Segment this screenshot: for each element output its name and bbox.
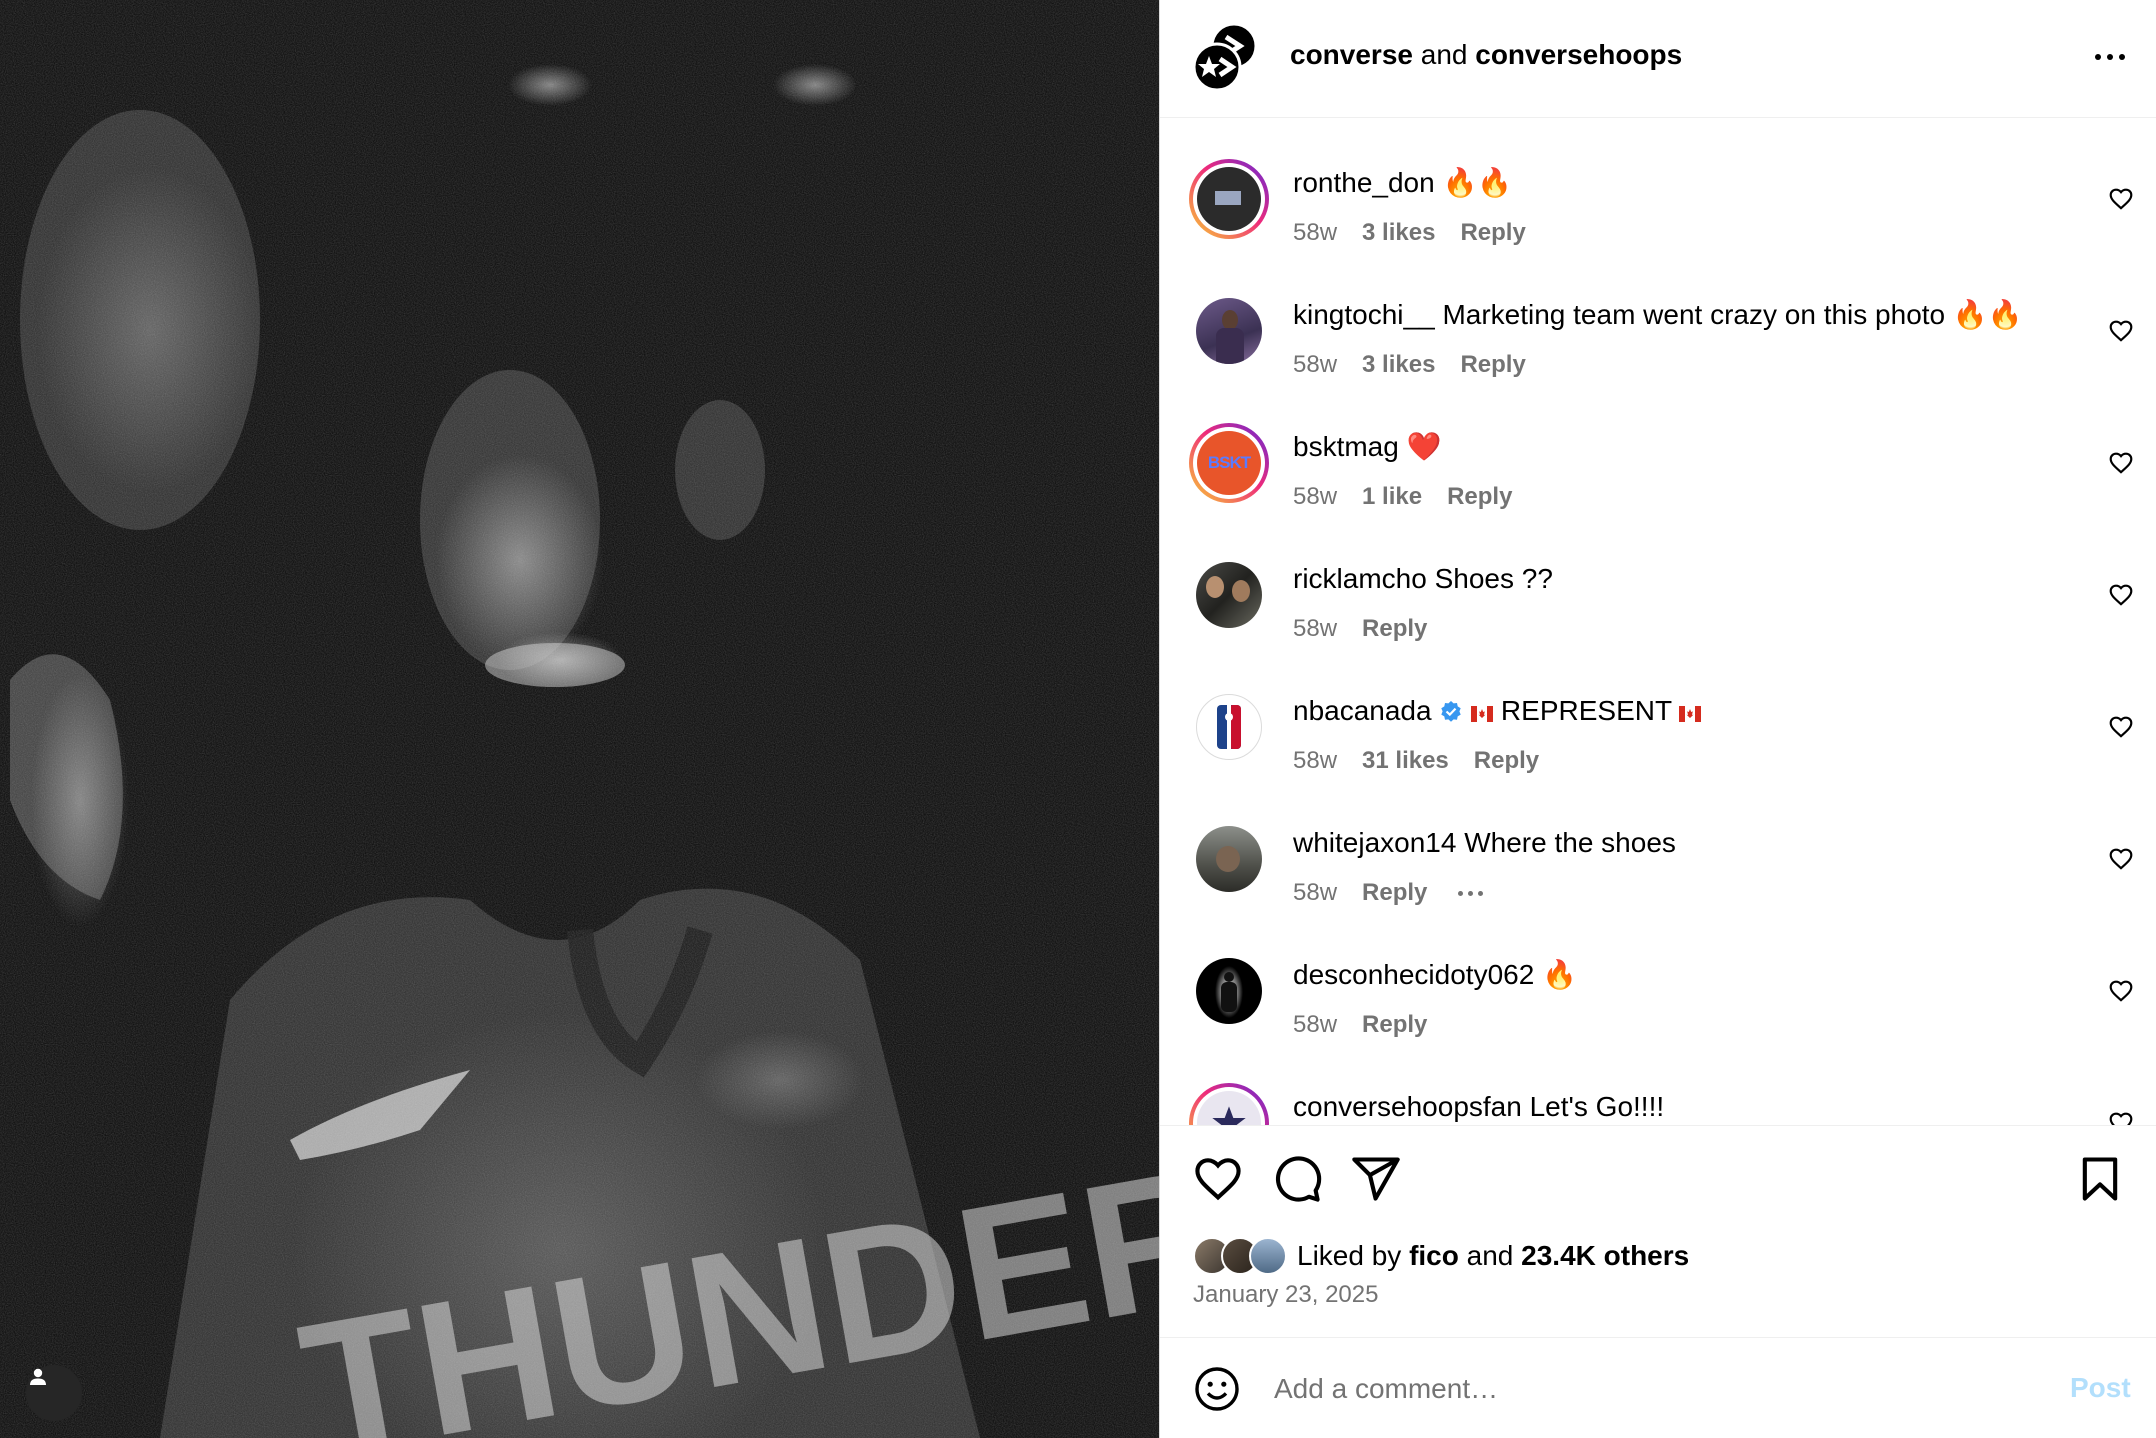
heart-icon[interactable] <box>2108 978 2134 1004</box>
heart-icon[interactable] <box>2108 186 2134 212</box>
comment-reply-button[interactable]: Reply <box>1474 746 1539 776</box>
post-comment-button[interactable]: Post <box>2070 1371 2131 1405</box>
comment-text: 🔥 <box>1542 959 1577 990</box>
heart-icon[interactable] <box>2108 318 2134 344</box>
post-photo[interactable]: THUNDER <box>0 0 1159 1438</box>
heart-icon[interactable] <box>2108 846 2134 872</box>
add-comment-bar: Post <box>1160 1337 2156 1438</box>
comment-text: Marketing team went crazy on this photo … <box>1442 299 2023 330</box>
comment-text: 🔥🔥 <box>1442 167 1513 198</box>
comment-item: ronthe_don 🔥🔥 58w 3 likes Reply <box>1160 119 2156 251</box>
collab-avatars[interactable] <box>1190 22 1264 92</box>
liked-by-joiner: and <box>1466 1240 1514 1271</box>
comment-reply-button[interactable]: Reply <box>1447 482 1512 512</box>
post-side-panel: converse and conversehoops ronthe_don 🔥� <box>1159 0 2156 1438</box>
commenter-avatar[interactable] <box>1189 819 1269 899</box>
comment-item: whitejaxon14 Where the shoes 58w Reply <box>1160 779 2156 911</box>
author-username[interactable]: converse <box>1290 39 1413 70</box>
comment-item: desconhecidoty062 🔥 58w Reply <box>1160 911 2156 1043</box>
comment-text: REPRESENT <box>1500 695 1672 726</box>
heart-icon[interactable] <box>1192 1153 1244 1205</box>
comment-text: Where the shoes <box>1464 827 1676 858</box>
comment-username[interactable]: bsktmag <box>1293 431 1399 462</box>
tagged-users-button[interactable] <box>26 1365 82 1421</box>
heart-icon[interactable] <box>2108 714 2134 740</box>
converse-logo-icon <box>1192 22 1258 92</box>
comment-reply-button[interactable]: Reply <box>1460 218 1525 248</box>
comment-input[interactable] <box>1274 1366 1994 1412</box>
bookmark-icon[interactable] <box>2074 1153 2126 1205</box>
comment-likes[interactable]: 1 like <box>1362 482 1422 512</box>
comment-reply-button[interactable]: Reply <box>1362 1010 1427 1040</box>
nba-logo-icon <box>1217 705 1241 749</box>
comment-likes[interactable]: 3 likes <box>1362 350 1435 380</box>
heart-icon[interactable] <box>2108 1110 2134 1125</box>
comment-item: kingtochi__ Marketing team went crazy on… <box>1160 251 2156 383</box>
comment-time[interactable]: 58w <box>1293 614 1337 644</box>
heart-icon[interactable] <box>2108 450 2134 476</box>
commenter-avatar[interactable] <box>1189 1083 1269 1125</box>
comment-options-button[interactable] <box>1458 878 1484 908</box>
commenter-avatar[interactable] <box>1189 291 1269 371</box>
commenter-avatar[interactable] <box>1189 951 1269 1031</box>
paper-plane-icon[interactable] <box>1350 1153 1402 1205</box>
likes-count[interactable]: 23.4K others <box>1521 1240 1689 1271</box>
comment-username[interactable]: whitejaxon14 <box>1293 827 1456 858</box>
comments-list[interactable]: ronthe_don 🔥🔥 58w 3 likes Reply kingtoch… <box>1160 119 2156 1125</box>
comment-time[interactable]: 58w <box>1293 1010 1337 1040</box>
comment-item: conversehoopsfan Let's Go!!!! <box>1160 1043 2156 1125</box>
avatar-logo-text: BSKT <box>1207 453 1251 472</box>
comment-username[interactable]: ronthe_don <box>1293 167 1435 198</box>
smiley-icon[interactable] <box>1193 1365 1241 1413</box>
more-options-button[interactable] <box>2080 40 2140 74</box>
commenter-avatar[interactable] <box>1189 555 1269 635</box>
commenter-avatar[interactable] <box>1189 687 1269 767</box>
more-horizontal-icon <box>2095 54 2101 60</box>
comment-time[interactable]: 58w <box>1293 218 1337 248</box>
comment-reply-button[interactable]: Reply <box>1460 350 1525 380</box>
commenter-avatar[interactable] <box>1189 159 1269 239</box>
comment-likes[interactable]: 31 likes <box>1362 746 1449 776</box>
comment-text: Shoes ?? <box>1434 563 1553 594</box>
comment-username[interactable]: desconhecidoty062 <box>1293 959 1534 990</box>
comment-username[interactable]: conversehoopsfan <box>1293 1091 1522 1122</box>
comment-username[interactable]: ricklamcho <box>1293 563 1427 594</box>
comment-time[interactable]: 58w <box>1293 350 1337 380</box>
comment-item: BSKT bsktmag ❤️ 58w 1 like Reply <box>1160 383 2156 515</box>
photo-grain-layer: THUNDER <box>0 0 1159 1438</box>
comment-text: Let's Go!!!! <box>1529 1091 1665 1122</box>
comment-time[interactable]: 58w <box>1293 482 1337 512</box>
canada-flag-icon <box>1679 706 1702 722</box>
collab-joiner: and <box>1420 39 1468 70</box>
more-horizontal-icon <box>1458 890 1464 896</box>
heart-icon[interactable] <box>2108 582 2134 608</box>
liker-avatar[interactable] <box>1249 1237 1287 1275</box>
commenter-avatar[interactable]: BSKT <box>1189 423 1269 503</box>
post-author-line: converse and conversehoops <box>1290 38 1682 72</box>
comment-reply-button[interactable]: Reply <box>1362 878 1427 908</box>
comment-time[interactable]: 58w <box>1293 746 1337 776</box>
comment-likes[interactable]: 3 likes <box>1362 218 1435 248</box>
liked-by-prefix: Liked by <box>1297 1240 1402 1271</box>
star-icon <box>1212 1106 1246 1125</box>
speech-bubble-icon[interactable] <box>1271 1153 1323 1205</box>
comment-text: ❤️ <box>1406 431 1442 462</box>
collab-username[interactable]: conversehoops <box>1475 39 1682 70</box>
comment-reply-button[interactable]: Reply <box>1362 614 1427 644</box>
post-date[interactable]: January 23, 2025 <box>1193 1280 1378 1310</box>
comment-item: ricklamcho Shoes ?? 58w Reply <box>1160 515 2156 647</box>
canada-flag-icon <box>1471 706 1494 722</box>
comment-username[interactable]: kingtochi__ <box>1293 299 1435 330</box>
comment-time[interactable]: 58w <box>1293 878 1337 908</box>
comment-item: nbacanada REPRESENT 58w 31 likes Reply <box>1160 647 2156 779</box>
verified-badge-icon <box>1441 701 1462 722</box>
person-icon <box>30 1368 46 1385</box>
liked-by-row: Liked by fico and 23.4K others <box>1193 1234 1689 1278</box>
liked-by-user[interactable]: fico <box>1409 1240 1459 1271</box>
comment-username[interactable]: nbacanada <box>1293 695 1432 726</box>
post-header: converse and conversehoops <box>1160 0 2156 118</box>
